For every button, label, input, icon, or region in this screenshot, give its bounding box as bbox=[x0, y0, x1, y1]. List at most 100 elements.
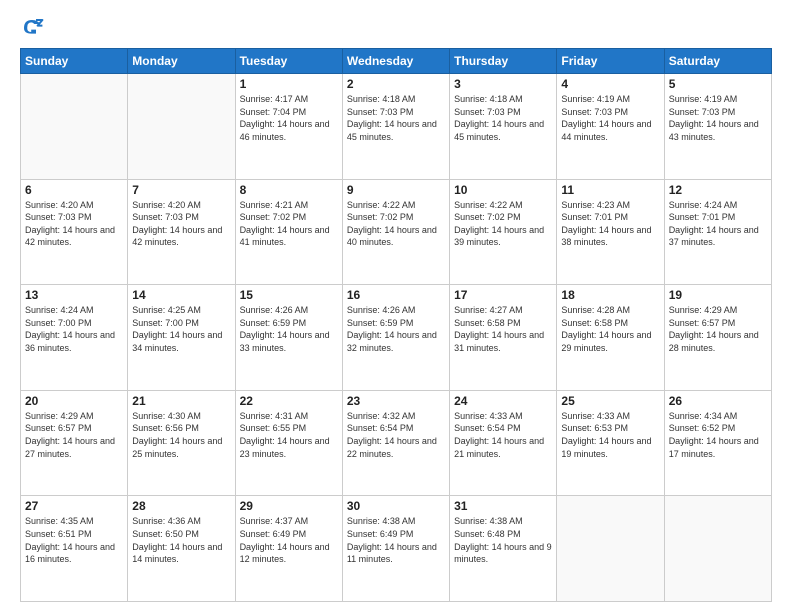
calendar-cell: 28 Sunrise: 4:36 AMSunset: 6:50 PMDayligh… bbox=[128, 496, 235, 602]
day-number: 24 bbox=[454, 394, 552, 408]
day-number: 26 bbox=[669, 394, 767, 408]
day-info: Sunrise: 4:38 AMSunset: 6:49 PMDaylight:… bbox=[347, 515, 445, 565]
day-info: Sunrise: 4:24 AMSunset: 7:00 PMDaylight:… bbox=[25, 304, 123, 354]
day-info: Sunrise: 4:29 AMSunset: 6:57 PMDaylight:… bbox=[669, 304, 767, 354]
day-info: Sunrise: 4:30 AMSunset: 6:56 PMDaylight:… bbox=[132, 410, 230, 460]
day-info: Sunrise: 4:33 AMSunset: 6:53 PMDaylight:… bbox=[561, 410, 659, 460]
weekday-thursday: Thursday bbox=[450, 49, 557, 74]
day-number: 22 bbox=[240, 394, 338, 408]
day-number: 17 bbox=[454, 288, 552, 302]
calendar-cell bbox=[21, 74, 128, 180]
day-number: 31 bbox=[454, 499, 552, 513]
day-info: Sunrise: 4:24 AMSunset: 7:01 PMDaylight:… bbox=[669, 199, 767, 249]
day-number: 12 bbox=[669, 183, 767, 197]
calendar-cell: 14Sunrise: 4:25 AMSunset: 7:00 PMDayligh… bbox=[128, 285, 235, 391]
day-info: Sunrise: 4:20 AMSunset: 7:03 PMDaylight:… bbox=[25, 199, 123, 249]
day-info: Sunrise: 4:28 AMSunset: 6:58 PMDaylight:… bbox=[561, 304, 659, 354]
day-info: Sunrise: 4:17 AMSunset: 7:04 PMDaylight:… bbox=[240, 93, 338, 143]
calendar-cell: 21 Sunrise: 4:30 AMSunset: 6:56 PMDayligh… bbox=[128, 390, 235, 496]
calendar-cell: 8 Sunrise: 4:21 AMSunset: 7:02 PMDaylight… bbox=[235, 179, 342, 285]
week-row-1: 6Sunrise: 4:20 AMSunset: 7:03 PMDaylight… bbox=[21, 179, 772, 285]
day-number: 3 bbox=[454, 77, 552, 91]
calendar-cell bbox=[664, 496, 771, 602]
day-number: 13 bbox=[25, 288, 123, 302]
weekday-header-row: SundayMondayTuesdayWednesdayThursdayFrid… bbox=[21, 49, 772, 74]
day-number: 7 bbox=[132, 183, 230, 197]
day-number: 21 bbox=[132, 394, 230, 408]
calendar-table: SundayMondayTuesdayWednesdayThursdayFrid… bbox=[20, 48, 772, 602]
day-number: 16 bbox=[347, 288, 445, 302]
calendar-cell: 27 Sunrise: 4:35 AMSunset: 6:51 PMDayligh… bbox=[21, 496, 128, 602]
calendar-cell: 25 Sunrise: 4:33 AMSunset: 6:53 PMDayligh… bbox=[557, 390, 664, 496]
day-info: Sunrise: 4:26 AMSunset: 6:59 PMDaylight:… bbox=[347, 304, 445, 354]
day-info: Sunrise: 4:21 AMSunset: 7:02 PMDaylight:… bbox=[240, 199, 338, 249]
day-info: Sunrise: 4:37 AMSunset: 6:49 PMDaylight:… bbox=[240, 515, 338, 565]
day-info: Sunrise: 4:19 AMSunset: 7:03 PMDaylight:… bbox=[669, 93, 767, 143]
calendar-cell: 10 Sunrise: 4:22 AMSunset: 7:02 PMDayligh… bbox=[450, 179, 557, 285]
day-number: 5 bbox=[669, 77, 767, 91]
day-info: Sunrise: 4:33 AMSunset: 6:54 PMDaylight:… bbox=[454, 410, 552, 460]
day-number: 27 bbox=[25, 499, 123, 513]
calendar-cell: 19 Sunrise: 4:29 AMSunset: 6:57 PMDayligh… bbox=[664, 285, 771, 391]
calendar-cell: 16 Sunrise: 4:26 AMSunset: 6:59 PMDayligh… bbox=[342, 285, 449, 391]
weekday-friday: Friday bbox=[557, 49, 664, 74]
day-info: Sunrise: 4:22 AMSunset: 7:02 PMDaylight:… bbox=[347, 199, 445, 249]
calendar-cell: 13 Sunrise: 4:24 AMSunset: 7:00 PMDayligh… bbox=[21, 285, 128, 391]
weekday-saturday: Saturday bbox=[664, 49, 771, 74]
calendar-cell: 12 Sunrise: 4:24 AMSunset: 7:01 PMDayligh… bbox=[664, 179, 771, 285]
day-info: Sunrise: 4:23 AMSunset: 7:01 PMDaylight:… bbox=[561, 199, 659, 249]
calendar-cell: 11 Sunrise: 4:23 AMSunset: 7:01 PMDayligh… bbox=[557, 179, 664, 285]
calendar-cell: 7 Sunrise: 4:20 AMSunset: 7:03 PMDaylight… bbox=[128, 179, 235, 285]
day-info: Sunrise: 4:20 AMSunset: 7:03 PMDaylight:… bbox=[132, 199, 230, 249]
day-info: Sunrise: 4:22 AMSunset: 7:02 PMDaylight:… bbox=[454, 199, 552, 249]
day-number: 19 bbox=[669, 288, 767, 302]
week-row-0: 1 Sunrise: 4:17 AMSunset: 7:04 PMDaylight… bbox=[21, 74, 772, 180]
day-number: 28 bbox=[132, 499, 230, 513]
day-info: Sunrise: 4:26 AMSunset: 6:59 PMDaylight:… bbox=[240, 304, 338, 354]
calendar-cell: 20Sunrise: 4:29 AMSunset: 6:57 PMDayligh… bbox=[21, 390, 128, 496]
calendar-cell: 3Sunrise: 4:18 AMSunset: 7:03 PMDaylight… bbox=[450, 74, 557, 180]
day-number: 25 bbox=[561, 394, 659, 408]
day-info: Sunrise: 4:32 AMSunset: 6:54 PMDaylight:… bbox=[347, 410, 445, 460]
day-number: 2 bbox=[347, 77, 445, 91]
day-info: Sunrise: 4:25 AMSunset: 7:00 PMDaylight:… bbox=[132, 304, 230, 354]
calendar-cell: 26 Sunrise: 4:34 AMSunset: 6:52 PMDayligh… bbox=[664, 390, 771, 496]
calendar-cell: 24 Sunrise: 4:33 AMSunset: 6:54 PMDayligh… bbox=[450, 390, 557, 496]
day-number: 29 bbox=[240, 499, 338, 513]
day-number: 11 bbox=[561, 183, 659, 197]
calendar-cell: 15 Sunrise: 4:26 AMSunset: 6:59 PMDayligh… bbox=[235, 285, 342, 391]
day-info: Sunrise: 4:35 AMSunset: 6:51 PMDaylight:… bbox=[25, 515, 123, 565]
calendar-cell: 9 Sunrise: 4:22 AMSunset: 7:02 PMDaylight… bbox=[342, 179, 449, 285]
day-info: Sunrise: 4:38 AMSunset: 6:48 PMDaylight:… bbox=[454, 515, 552, 565]
day-number: 30 bbox=[347, 499, 445, 513]
calendar-cell: 22 Sunrise: 4:31 AMSunset: 6:55 PMDayligh… bbox=[235, 390, 342, 496]
calendar-cell: 17Sunrise: 4:27 AMSunset: 6:58 PMDayligh… bbox=[450, 285, 557, 391]
day-number: 8 bbox=[240, 183, 338, 197]
calendar-cell: 29 Sunrise: 4:37 AMSunset: 6:49 PMDayligh… bbox=[235, 496, 342, 602]
day-info: Sunrise: 4:34 AMSunset: 6:52 PMDaylight:… bbox=[669, 410, 767, 460]
week-row-3: 20Sunrise: 4:29 AMSunset: 6:57 PMDayligh… bbox=[21, 390, 772, 496]
week-row-4: 27 Sunrise: 4:35 AMSunset: 6:51 PMDayligh… bbox=[21, 496, 772, 602]
day-number: 15 bbox=[240, 288, 338, 302]
top-bar bbox=[20, 16, 772, 40]
weekday-monday: Monday bbox=[128, 49, 235, 74]
day-info: Sunrise: 4:36 AMSunset: 6:50 PMDaylight:… bbox=[132, 515, 230, 565]
week-row-2: 13 Sunrise: 4:24 AMSunset: 7:00 PMDayligh… bbox=[21, 285, 772, 391]
day-number: 20 bbox=[25, 394, 123, 408]
day-number: 4 bbox=[561, 77, 659, 91]
day-number: 9 bbox=[347, 183, 445, 197]
calendar-cell: 18Sunrise: 4:28 AMSunset: 6:58 PMDayligh… bbox=[557, 285, 664, 391]
day-number: 1 bbox=[240, 77, 338, 91]
page: SundayMondayTuesdayWednesdayThursdayFrid… bbox=[0, 0, 792, 612]
weekday-tuesday: Tuesday bbox=[235, 49, 342, 74]
day-number: 10 bbox=[454, 183, 552, 197]
calendar-cell: 1 Sunrise: 4:17 AMSunset: 7:04 PMDaylight… bbox=[235, 74, 342, 180]
logo bbox=[20, 16, 48, 40]
calendar-cell: 6Sunrise: 4:20 AMSunset: 7:03 PMDaylight… bbox=[21, 179, 128, 285]
calendar-cell: 4 Sunrise: 4:19 AMSunset: 7:03 PMDaylight… bbox=[557, 74, 664, 180]
day-info: Sunrise: 4:31 AMSunset: 6:55 PMDaylight:… bbox=[240, 410, 338, 460]
calendar-cell: 31 Sunrise: 4:38 AMSunset: 6:48 PMDayligh… bbox=[450, 496, 557, 602]
day-info: Sunrise: 4:19 AMSunset: 7:03 PMDaylight:… bbox=[561, 93, 659, 143]
weekday-wednesday: Wednesday bbox=[342, 49, 449, 74]
weekday-sunday: Sunday bbox=[21, 49, 128, 74]
